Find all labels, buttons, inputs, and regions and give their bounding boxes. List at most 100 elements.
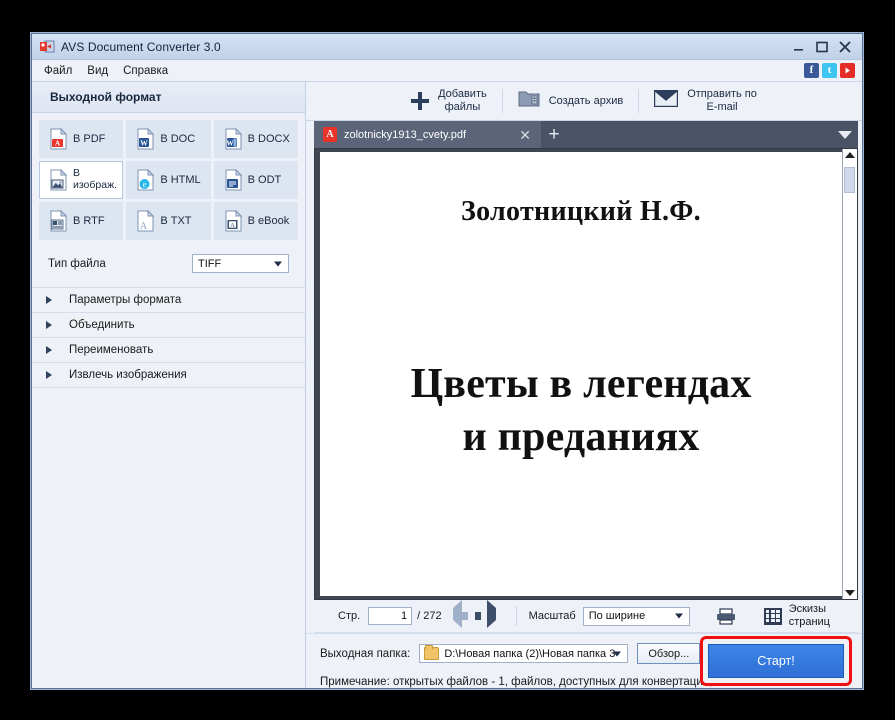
menu-item-help[interactable]: Справка bbox=[121, 64, 170, 78]
output-folder-label: Выходная папка: bbox=[320, 647, 411, 660]
options-sections: Параметры формата Объединить Переименова… bbox=[32, 287, 305, 388]
create-archive-button[interactable]: Создать архив bbox=[503, 84, 638, 118]
menu-item-file[interactable]: Файл bbox=[42, 64, 74, 78]
close-button[interactable] bbox=[838, 40, 852, 54]
format-button-docx[interactable]: W В DOCX bbox=[213, 120, 298, 158]
twitter-icon[interactable]: t bbox=[822, 63, 837, 78]
page-area: Золотницкий Н.Ф. Цветы в легендах и пред… bbox=[314, 148, 858, 600]
youtube-icon[interactable] bbox=[840, 63, 855, 78]
output-format-sidebar: Выходной формат A В PDF W В DOC W В DOCX… bbox=[32, 82, 306, 688]
page-input[interactable]: 1 bbox=[368, 607, 413, 625]
format-button-image[interactable]: В изображ. bbox=[39, 161, 124, 199]
tab-list-dropdown[interactable] bbox=[832, 121, 858, 148]
window-title: AVS Document Converter 3.0 bbox=[61, 39, 221, 54]
scrollbar-thumb[interactable] bbox=[844, 167, 855, 193]
output-folder-select[interactable]: D:\Новая папка (2)\Новая папка 3 bbox=[419, 644, 629, 663]
docx-file-icon: W bbox=[224, 127, 243, 150]
section-merge[interactable]: Объединить bbox=[32, 313, 305, 338]
format-button-doc[interactable]: W В DOC bbox=[126, 120, 211, 158]
rtf-file-icon bbox=[49, 209, 68, 232]
svg-text:A: A bbox=[230, 222, 235, 229]
format-button-rtf[interactable]: В RTF bbox=[39, 202, 124, 240]
section-label: Переименовать bbox=[69, 344, 154, 356]
format-label: В PDF bbox=[73, 132, 106, 145]
menu-bar: Файл Вид Справка f t bbox=[32, 60, 862, 82]
menu-item-view[interactable]: Вид bbox=[85, 64, 110, 78]
pdf-icon: A bbox=[323, 127, 337, 142]
new-tab-button[interactable]: + bbox=[541, 121, 567, 148]
start-button[interactable]: Старт! bbox=[708, 644, 844, 678]
document-tab[interactable]: A zolotnicky1913_cvety.pdf ✕ bbox=[314, 121, 541, 148]
minimize-button[interactable] bbox=[792, 40, 806, 54]
folder-icon bbox=[424, 645, 440, 660]
controls-divider bbox=[515, 606, 517, 626]
envelope-icon bbox=[654, 89, 679, 112]
send-email-line2: E-mail bbox=[706, 101, 738, 113]
svg-text:e: e bbox=[143, 179, 147, 189]
format-label: В eBook bbox=[247, 214, 290, 227]
txt-file-icon: A bbox=[136, 209, 155, 232]
thumbnails-label[interactable]: Эскизы страниц bbox=[789, 603, 830, 628]
app-window: AVS Document Converter 3.0 Файл Вид Спра… bbox=[31, 33, 863, 689]
maximize-button[interactable] bbox=[815, 40, 829, 54]
document-viewer: A zolotnicky1913_cvety.pdf ✕ + Золотницк… bbox=[306, 121, 862, 633]
sidebar-header: Выходной формат bbox=[32, 82, 305, 113]
chevron-down-icon bbox=[613, 651, 622, 656]
zoom-select[interactable]: По ширине bbox=[582, 606, 690, 626]
section-extract-images[interactable]: Извлечь изображения bbox=[32, 363, 305, 388]
zoom-label: Масштаб bbox=[528, 610, 576, 622]
print-icon[interactable] bbox=[716, 607, 736, 625]
format-button-ebook[interactable]: A В eBook bbox=[213, 202, 298, 240]
thumbnails-icon[interactable] bbox=[763, 607, 782, 625]
format-button-html[interactable]: e В HTML bbox=[126, 161, 211, 199]
browse-button[interactable]: Обзор... bbox=[637, 643, 701, 664]
format-label: В TXT bbox=[160, 214, 192, 227]
svg-text:A: A bbox=[140, 221, 148, 232]
archive-folder-icon bbox=[518, 89, 540, 113]
format-label: В ODT bbox=[247, 173, 282, 186]
close-tab-icon[interactable]: ✕ bbox=[517, 128, 533, 142]
section-format-params[interactable]: Параметры формата bbox=[32, 288, 305, 313]
facebook-icon[interactable]: f bbox=[804, 63, 819, 78]
file-type-select[interactable]: TIFF bbox=[192, 254, 289, 273]
scroll-up-icon[interactable] bbox=[845, 152, 855, 158]
svg-text:W: W bbox=[226, 140, 233, 148]
next-page-arrow[interactable] bbox=[481, 599, 498, 628]
social-links: f t bbox=[804, 63, 862, 78]
thumbnails-line2: страниц bbox=[788, 616, 830, 628]
document-tabstrip: A zolotnicky1913_cvety.pdf ✕ + bbox=[314, 121, 858, 148]
page-total: / 272 bbox=[417, 610, 442, 622]
section-label: Параметры формата bbox=[69, 294, 182, 306]
format-button-pdf[interactable]: A В PDF bbox=[39, 120, 124, 158]
format-button-odt[interactable]: В ODT bbox=[213, 161, 298, 199]
prev-page-arrow[interactable] bbox=[452, 599, 470, 628]
triangle-right-icon bbox=[46, 371, 58, 379]
svg-text:A: A bbox=[55, 140, 60, 148]
vertical-scrollbar[interactable] bbox=[842, 149, 857, 599]
send-email-line1: Отправить по bbox=[687, 88, 757, 101]
doc-file-icon: W bbox=[136, 127, 155, 150]
html-file-icon: e bbox=[136, 168, 155, 191]
send-email-button[interactable]: Отправить по E-mail bbox=[639, 84, 772, 118]
file-type-label: Тип файла bbox=[48, 257, 106, 270]
zoom-value: По ширине bbox=[588, 610, 646, 622]
thumbnails-line1: Эскизы bbox=[788, 603, 827, 616]
svg-text:W: W bbox=[141, 139, 149, 148]
pdf-page: Золотницкий Н.Ф. Цветы в легендах и пред… bbox=[320, 152, 842, 596]
triangle-right-icon bbox=[46, 296, 58, 304]
chevron-down-icon bbox=[274, 261, 282, 266]
add-files-button[interactable]: Добавить файлы bbox=[396, 84, 502, 118]
format-button-txt[interactable]: A В TXT bbox=[126, 202, 211, 240]
scroll-down-icon[interactable] bbox=[845, 590, 855, 596]
add-files-line1: Добавить bbox=[438, 88, 487, 101]
section-rename[interactable]: Переименовать bbox=[32, 338, 305, 363]
document-author: Золотницкий Н.Ф. bbox=[461, 196, 701, 227]
create-archive-label: Создать архив bbox=[548, 94, 624, 107]
section-label: Объединить bbox=[69, 319, 135, 331]
file-type-value: TIFF bbox=[198, 257, 222, 270]
window-controls bbox=[792, 40, 858, 54]
format-button-grid: A В PDF W В DOC W В DOCX В изображ. e В … bbox=[32, 113, 305, 240]
main-area: Выходной формат A В PDF W В DOC W В DOCX… bbox=[32, 82, 862, 688]
format-label: В DOC bbox=[160, 132, 196, 145]
format-label: В HTML bbox=[160, 173, 201, 186]
